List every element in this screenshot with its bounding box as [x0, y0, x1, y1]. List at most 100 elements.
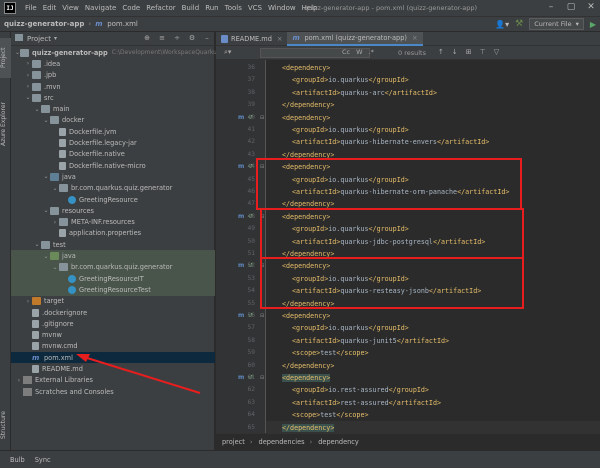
- fold-icon[interactable]: ⊟: [260, 375, 264, 381]
- arrow-up-icon[interactable]: ↑: [438, 48, 444, 56]
- tree-item[interactable]: mvnw: [11, 330, 215, 341]
- maven-gutter-icon[interactable]: m: [238, 312, 244, 319]
- menu-edit[interactable]: Edit: [40, 4, 60, 12]
- tree-item[interactable]: ⌄ resources: [11, 205, 215, 216]
- tool-tab-project[interactable]: Project: [0, 38, 11, 78]
- tree-item[interactable]: .gitignore: [11, 318, 215, 329]
- gear-icon[interactable]: ⚙: [188, 34, 196, 43]
- maven-gutter-icon[interactable]: m: [238, 374, 244, 381]
- fold-icon[interactable]: ⊟: [260, 313, 264, 319]
- fold-icon[interactable]: ⊟: [260, 115, 264, 121]
- menu-build[interactable]: Build: [179, 4, 203, 12]
- editor-tab[interactable]: README.md ×: [216, 32, 287, 46]
- tree-item[interactable]: ⌄ java: [11, 171, 215, 182]
- menu-vcs[interactable]: VCS: [245, 4, 265, 12]
- tree-item[interactable]: GreetingResourceIT: [11, 273, 215, 285]
- tree-item[interactable]: m pom.xml: [11, 352, 215, 364]
- maven-gutter-icon[interactable]: m: [238, 213, 244, 220]
- find-option-toggle[interactable]: .*: [369, 48, 374, 56]
- close-tab-icon[interactable]: ×: [412, 34, 418, 42]
- chevron-down-icon[interactable]: ⌄: [51, 185, 59, 192]
- status-tab-bulb[interactable]: Bulb: [10, 456, 25, 464]
- funnel-icon[interactable]: ▽: [494, 48, 499, 56]
- tree-item[interactable]: ⌄ java: [11, 250, 215, 262]
- run-config-select[interactable]: Current File ▾: [529, 18, 584, 30]
- tree-item[interactable]: › .jpb: [11, 70, 215, 81]
- menu-view[interactable]: View: [59, 4, 82, 12]
- tree-item[interactable]: .dockerignore: [11, 307, 215, 318]
- menu-code[interactable]: Code: [119, 4, 143, 12]
- chevron-down-icon[interactable]: ⌄: [33, 241, 41, 248]
- find-option-toggle[interactable]: W: [356, 48, 362, 56]
- nav-project-crumb[interactable]: quizz-generator-app: [4, 20, 84, 28]
- maven-gutter-icon[interactable]: m: [238, 262, 244, 269]
- update-gutter-icon[interactable]: ↺: [248, 114, 253, 121]
- tree-item[interactable]: GreetingResourceTest: [11, 284, 215, 296]
- nav-file-crumb[interactable]: pom.xml: [107, 20, 138, 28]
- collapse-all-icon[interactable]: ≡: [158, 34, 166, 43]
- chevron-down-icon[interactable]: ⌄: [42, 207, 50, 214]
- chevron-right-icon[interactable]: ›: [24, 298, 32, 305]
- tree-item[interactable]: ⌄ main: [11, 104, 215, 115]
- menu-refactor[interactable]: Refactor: [143, 4, 178, 12]
- tree-item[interactable]: › External Libraries: [11, 375, 215, 386]
- maximize-icon[interactable]: ▢: [566, 2, 576, 13]
- tree-item[interactable]: Dockerfile.native-micro: [11, 160, 215, 171]
- chevron-right-icon[interactable]: ›: [51, 219, 59, 226]
- tree-item[interactable]: application.properties: [11, 228, 215, 239]
- hide-icon[interactable]: –: [203, 34, 211, 43]
- arrow-down-icon[interactable]: ↓: [452, 48, 458, 56]
- chevron-right-icon[interactable]: ›: [24, 60, 32, 67]
- tree-item[interactable]: › .idea: [11, 58, 215, 69]
- chevron-right-icon[interactable]: ›: [24, 83, 32, 90]
- chevron-down-icon[interactable]: ⌄: [42, 117, 50, 124]
- menu-navigate[interactable]: Navigate: [82, 4, 119, 12]
- tree-item[interactable]: Dockerfile.native: [11, 149, 215, 160]
- tree-item[interactable]: ⌄ br.com.quarkus.quiz.generator: [11, 183, 215, 194]
- chevron-down-icon[interactable]: ⌄: [33, 106, 41, 113]
- menu-run[interactable]: Run: [202, 4, 221, 12]
- user-icon[interactable]: 👤▾: [495, 20, 509, 29]
- hammer-icon[interactable]: ⚒: [515, 19, 523, 29]
- tree-item[interactable]: Dockerfile.legacy-jar: [11, 137, 215, 148]
- tree-item[interactable]: GreetingResource: [11, 194, 215, 205]
- chevron-right-icon[interactable]: ›: [24, 72, 32, 79]
- close-tab-icon[interactable]: ×: [277, 35, 283, 43]
- menu-tools[interactable]: Tools: [222, 4, 245, 12]
- project-panel-title[interactable]: Project: [27, 35, 51, 43]
- filter-icon[interactable]: ⊤: [480, 48, 486, 56]
- chevron-down-icon[interactable]: ⌄: [42, 173, 50, 180]
- tree-item[interactable]: ⌄ test: [11, 239, 215, 250]
- close-icon[interactable]: ✕: [586, 2, 596, 13]
- tree-item[interactable]: › META-INF.resources: [11, 217, 215, 228]
- run-icon[interactable]: ▶: [590, 20, 596, 29]
- editor-breadcrumb-item[interactable]: dependencies: [259, 438, 305, 446]
- tree-item[interactable]: ⌄ br.com.quarkus.quiz.generator: [11, 261, 215, 273]
- chevron-right-icon[interactable]: ›: [15, 377, 23, 384]
- update-gutter-icon[interactable]: ↺: [248, 262, 253, 269]
- tree-item[interactable]: › .mvn: [11, 81, 215, 92]
- chevron-down-icon[interactable]: ⌄: [24, 94, 32, 101]
- menu-window[interactable]: Window: [265, 4, 299, 12]
- find-option-toggle[interactable]: Cc: [342, 48, 350, 56]
- tree-item[interactable]: › target: [11, 296, 215, 307]
- update-gutter-icon[interactable]: ↺: [248, 312, 253, 319]
- tree-item[interactable]: ⌄ quizz-generator-app C:\Development\Works…: [11, 47, 226, 58]
- tree-item[interactable]: ⌄ docker: [11, 115, 215, 126]
- update-gutter-icon[interactable]: ↺: [248, 213, 253, 220]
- editor-tab[interactable]: m pom.xml (quizz-generator-app) ×: [287, 32, 423, 46]
- menu-file[interactable]: File: [22, 4, 40, 12]
- maven-gutter-icon[interactable]: m: [238, 163, 244, 170]
- chevron-down-icon[interactable]: ▾: [54, 35, 57, 42]
- locate-icon[interactable]: ⊕: [143, 34, 151, 43]
- maven-gutter-icon[interactable]: m: [238, 114, 244, 121]
- update-gutter-icon[interactable]: ↺: [248, 163, 253, 170]
- update-gutter-icon[interactable]: ↺: [248, 374, 253, 381]
- minimize-icon[interactable]: –: [546, 2, 556, 13]
- tree-item[interactable]: README.md: [11, 363, 215, 374]
- tree-item[interactable]: Scratches and Consoles: [11, 386, 215, 397]
- tree-item[interactable]: Dockerfile.jvm: [11, 126, 215, 137]
- status-tab-sync[interactable]: Sync: [35, 456, 51, 464]
- select-all-icon[interactable]: ⊞: [466, 48, 472, 56]
- tool-tab-azure-explorer[interactable]: Azure Explorer: [0, 94, 11, 154]
